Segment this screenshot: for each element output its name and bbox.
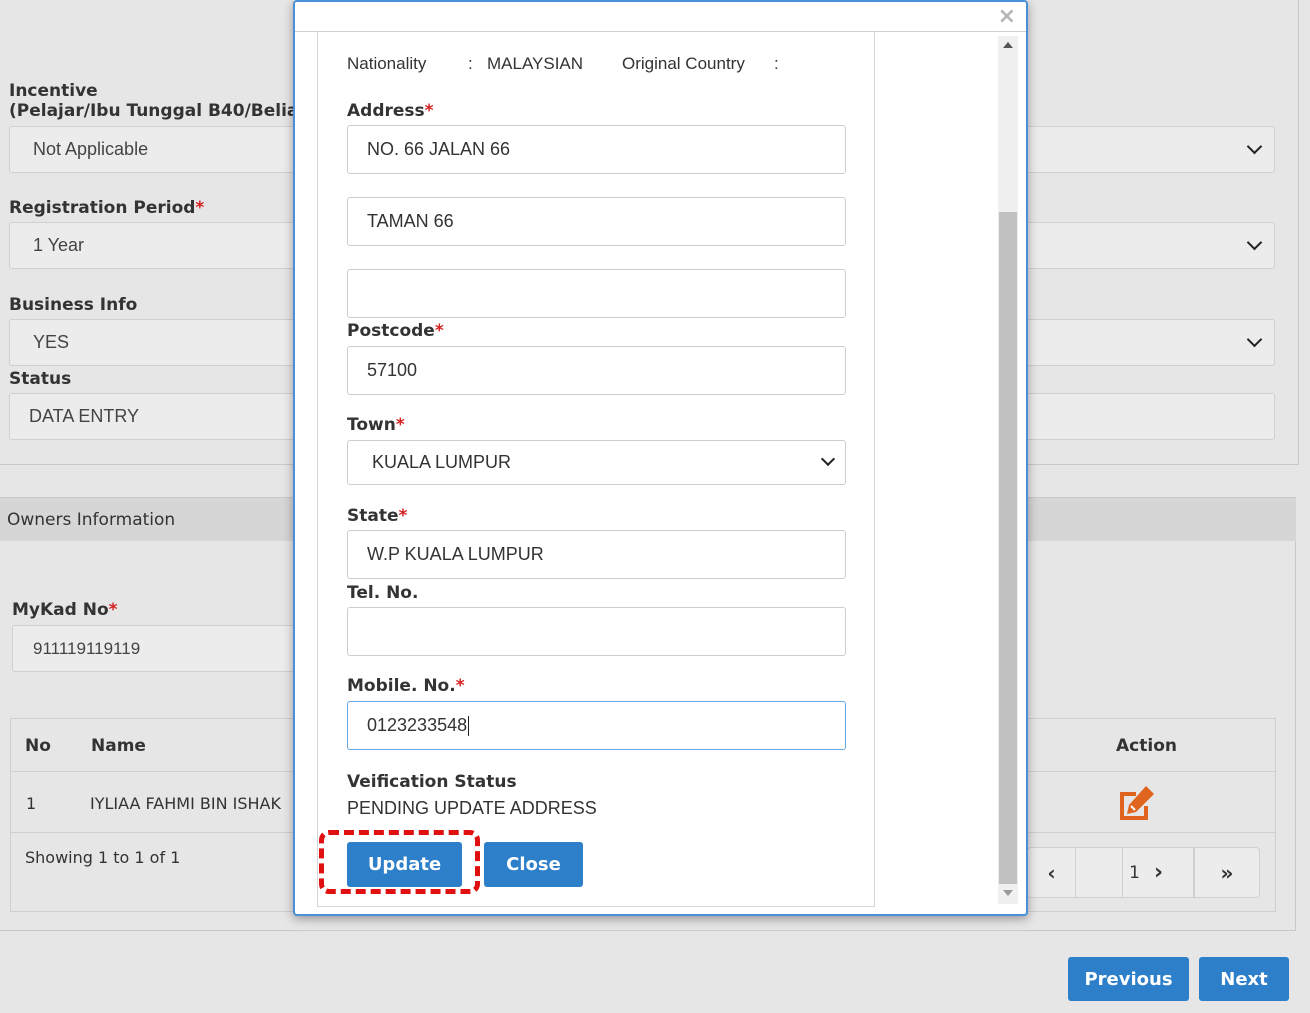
chevron-down-icon [1246, 138, 1263, 155]
table-showing-info: Showing 1 to 1 of 1 [25, 848, 181, 867]
status-label: Status [9, 369, 72, 389]
verification-status-value: PENDING UPDATE ADDRESS [347, 798, 597, 818]
mykad-value: 911119119119 [33, 639, 141, 658]
address-line1-input[interactable]: NO. 66 JALAN 66 [347, 125, 846, 174]
incentive-select-value: Not Applicable [33, 139, 149, 159]
original-country-separator: : [774, 54, 779, 73]
nationality-separator: : [468, 54, 473, 73]
scroll-up-arrow-icon[interactable] [1003, 42, 1013, 48]
pager-next-button[interactable]: › [1122, 847, 1195, 898]
mykad-label: MyKad No* [12, 600, 118, 620]
tel-input[interactable] [347, 607, 846, 656]
postcode-input[interactable]: 57100 [347, 346, 846, 395]
column-header-name: Name [91, 736, 146, 756]
update-button-highlight [319, 830, 480, 894]
scroll-down-arrow-icon[interactable] [1003, 890, 1013, 896]
owners-section-title: Owners Information [7, 510, 176, 530]
address-line2-input[interactable]: TAMAN 66 [347, 197, 846, 246]
mobile-input-value: 0123233548 [367, 715, 468, 735]
postcode-label: Postcode* [347, 321, 444, 341]
mykad-input[interactable]: 911119119119 [12, 625, 312, 672]
business-info-value: YES [33, 332, 70, 352]
row-no: 1 [26, 794, 37, 813]
state-label: State* [347, 506, 408, 526]
update-address-modal: × Nationality : MALAYSIAN Original Count… [293, 0, 1028, 916]
town-label: Town* [347, 415, 405, 435]
incentive-label: Incentive [9, 81, 98, 101]
column-header-no: No [25, 736, 51, 756]
close-icon[interactable]: × [998, 6, 1016, 28]
registration-period-value: 1 Year [33, 235, 85, 255]
chevron-down-icon [820, 451, 836, 467]
state-input[interactable]: W.P KUALA LUMPUR [347, 530, 846, 579]
nationality-label: Nationality [347, 54, 427, 73]
mobile-input[interactable]: 0123233548 [347, 701, 846, 750]
modal-scrollbar[interactable] [998, 36, 1018, 904]
town-select-value: KUALA LUMPUR [372, 452, 512, 472]
mobile-label: Mobile. No.* [347, 676, 465, 696]
pager-last-button[interactable]: » [1195, 847, 1259, 898]
nationality-value: MALAYSIAN [487, 54, 584, 73]
verification-status-label: Veification Status [347, 772, 517, 792]
registration-period-label: Registration Period* [9, 198, 205, 218]
modal-titlebar: × [295, 2, 1026, 32]
chevron-down-icon [1246, 234, 1263, 251]
original-country-label: Original Country [622, 54, 745, 73]
status-value: DATA ENTRY [29, 406, 140, 426]
town-select[interactable]: KUALA LUMPUR [347, 440, 846, 485]
address-line3-input[interactable] [347, 269, 846, 318]
chevron-down-icon [1246, 331, 1263, 348]
pager-prev-button[interactable]: ‹ [1028, 848, 1076, 897]
close-button[interactable]: Close [484, 842, 583, 887]
incentive-label-detail: (Pelajar/Ibu Tunggal B40/Belia B [9, 101, 318, 121]
column-header-action: Action [1116, 736, 1177, 756]
row-name: IYLIAA FAHMI BIN ISHAK [90, 794, 281, 813]
text-caret [468, 716, 470, 737]
previous-button[interactable]: Previous [1068, 957, 1189, 1001]
business-info-label: Business Info [9, 295, 138, 315]
edit-icon[interactable] [1116, 784, 1158, 822]
tel-label: Tel. No. [347, 583, 419, 603]
scroll-thumb[interactable] [999, 212, 1017, 884]
address-label: Address* [347, 101, 434, 121]
next-button[interactable]: Next [1199, 957, 1289, 1001]
